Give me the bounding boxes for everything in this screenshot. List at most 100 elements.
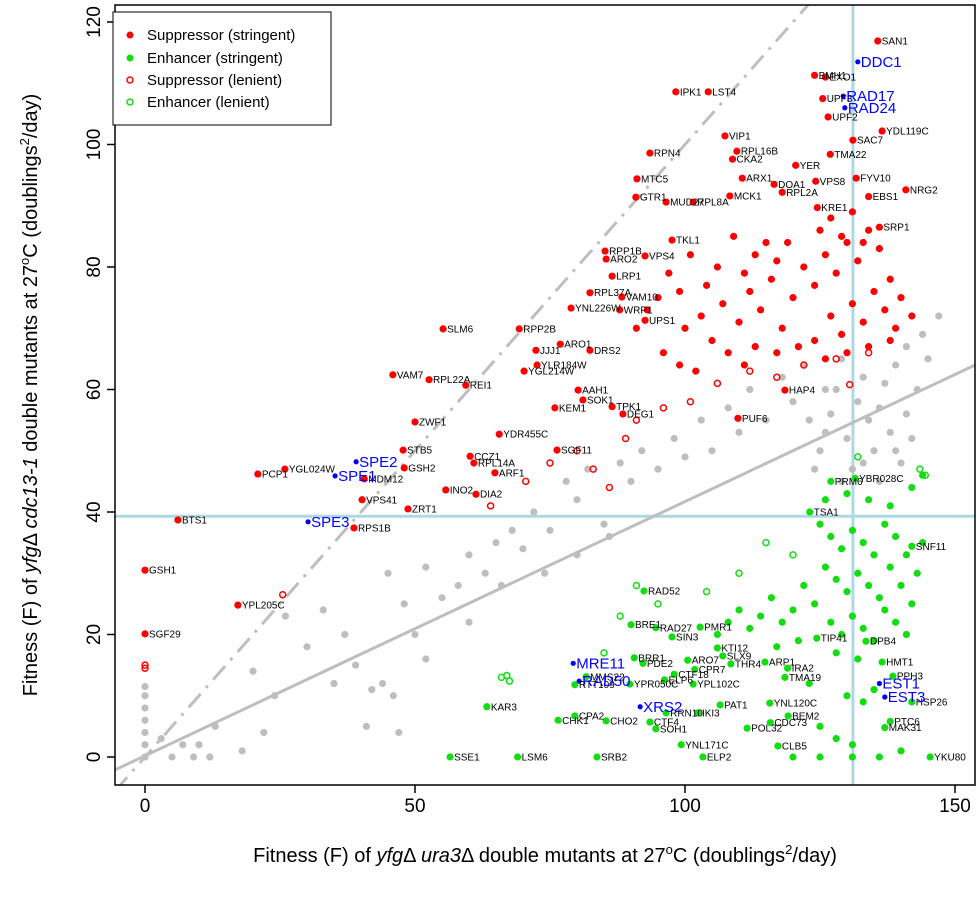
suppressor-stringent-point [811, 71, 819, 79]
neutral-point [913, 385, 921, 394]
highlighted-enhancer-point-label: RAD50 [582, 673, 630, 690]
neutral-point [892, 447, 900, 455]
suppressor-stringent-point [827, 214, 835, 222]
suppressor-stringent-point [892, 324, 900, 332]
suppressor-stringent-point [738, 174, 746, 182]
neutral-point [886, 428, 894, 436]
suppressor-stringent-point-label: MCK1 [734, 191, 762, 202]
fit-line [115, 363, 975, 772]
suppressor-stringent-point [735, 318, 743, 326]
neutral-point [881, 379, 889, 387]
suppressor-stringent-point [697, 312, 705, 320]
suppressor-stringent-point [848, 300, 857, 308]
suppressor-stringent-point [495, 430, 503, 438]
neutral-point [919, 330, 927, 338]
enhancer-stringent-point [875, 594, 884, 602]
suppressor-stringent-point [515, 325, 523, 333]
enhancer-stringent-point [881, 606, 889, 614]
suppressor-lenient-point [278, 590, 287, 599]
enhancer-stringent-point-label: PAT1 [724, 700, 748, 711]
y-tick-label: 100 [84, 129, 105, 161]
enhancer-stringent-point [848, 612, 857, 620]
highlighted-enhancer-point [876, 680, 883, 687]
neutral-point [211, 722, 219, 730]
suppressor-stringent-point [358, 496, 366, 504]
suppressor-stringent-point [404, 505, 412, 513]
suppressor-stringent-point-label: VAM10 [626, 293, 658, 304]
suppressor-stringent-point [811, 281, 819, 289]
suppressor-stringent-point [811, 336, 819, 345]
neutral-point [697, 416, 705, 424]
enhancer-stringent-point [811, 600, 819, 608]
suppressor-stringent-point-label: MTC5 [641, 174, 669, 185]
enhancer-stringent-point-label: CHK1 [562, 716, 589, 727]
enhancer-stringent-point [878, 658, 886, 666]
suppressor-stringent-point-label: YNL226W [575, 304, 621, 315]
suppressor-stringent-point-label: BMH1 [819, 71, 847, 82]
suppressor-stringent-point-label: HAP4 [789, 386, 816, 397]
enhancer-stringent-point [821, 563, 830, 571]
neutral-point [492, 539, 500, 547]
enhancer-stringent-point [897, 747, 905, 755]
suppressor-stringent-point [762, 238, 770, 247]
neutral-point [735, 428, 743, 436]
neutral-point [811, 465, 819, 473]
neutral-point [352, 661, 360, 669]
suppressor-stringent-point [794, 343, 803, 351]
enhancer-stringent-point [886, 563, 894, 571]
legend-label: Suppressor (lenient) [147, 72, 282, 89]
suppressor-stringent-point [646, 149, 654, 157]
suppressor-stringent-point-label: RPS1B [358, 523, 391, 534]
suppressor-stringent-point [792, 161, 800, 169]
neutral-point [892, 361, 900, 369]
neutral-point [562, 477, 570, 485]
y-tick-label: 80 [84, 256, 105, 277]
suppressor-stringent-point-label: YER [800, 161, 821, 172]
suppressor-stringent-point [466, 452, 474, 460]
suppressor-stringent-point [532, 346, 540, 354]
suppressor-stringent-point-label: PUF6 [742, 414, 768, 425]
suppressor-stringent-point [676, 287, 684, 296]
suppressor-lenient-point [486, 502, 495, 510]
enhancer-stringent-point [684, 656, 692, 664]
suppressor-stringent-point-label: WRP1 [624, 305, 653, 316]
enhancer-stringent-point [789, 753, 797, 761]
enhancer-lenient-point [735, 569, 743, 577]
highlighted-suppressor-point [353, 459, 359, 465]
suppressor-stringent-point-label: KEM1 [559, 403, 587, 414]
suppressor-stringent-point [174, 516, 182, 524]
neutral-point [330, 679, 338, 688]
enhancer-stringent-point [713, 644, 722, 652]
legend-label: Suppressor (stringent) [147, 27, 295, 44]
suppressor-stringent-point [852, 174, 860, 182]
y-tick-label: 60 [84, 379, 105, 400]
neutral-point [303, 643, 311, 651]
suppressor-stringent-point [881, 306, 889, 314]
suppressor-stringent-point [425, 376, 433, 384]
suppressor-stringent-point-label: SOK1 [587, 395, 614, 406]
neutral-point [465, 551, 473, 559]
legend-label: Enhancer (lenient) [147, 94, 270, 111]
suppressor-stringent-point-label: YDL119C [886, 127, 929, 138]
enhancer-stringent-point-label: PDE2 [647, 659, 674, 670]
neutral-point [935, 312, 943, 320]
neutral-point [805, 416, 813, 424]
neutral-point [319, 606, 327, 614]
suppressor-stringent-point [632, 324, 641, 332]
suppressor-stringent-point-label: CKA2 [737, 155, 764, 166]
neutral-point [497, 581, 505, 590]
suppressor-stringent-point [812, 177, 820, 185]
neutral-point [454, 581, 462, 590]
enhancer-stringent-point-label: YPL102C [697, 680, 740, 691]
enhancer-stringent-point [908, 483, 916, 492]
suppressor-stringent-point-label: ARF1 [499, 468, 525, 479]
neutral-point [708, 447, 716, 455]
enhancer-stringent-point [859, 539, 867, 547]
enhancer-stringent-point [743, 724, 751, 732]
neutral-point [821, 428, 830, 436]
suppressor-stringent-point [843, 238, 851, 247]
suppressor-stringent-point [574, 386, 582, 394]
suppressor-stringent-point [491, 469, 499, 477]
enhancer-stringent-point-label: SRB2 [601, 753, 628, 764]
enhancer-stringent-point [696, 623, 704, 631]
